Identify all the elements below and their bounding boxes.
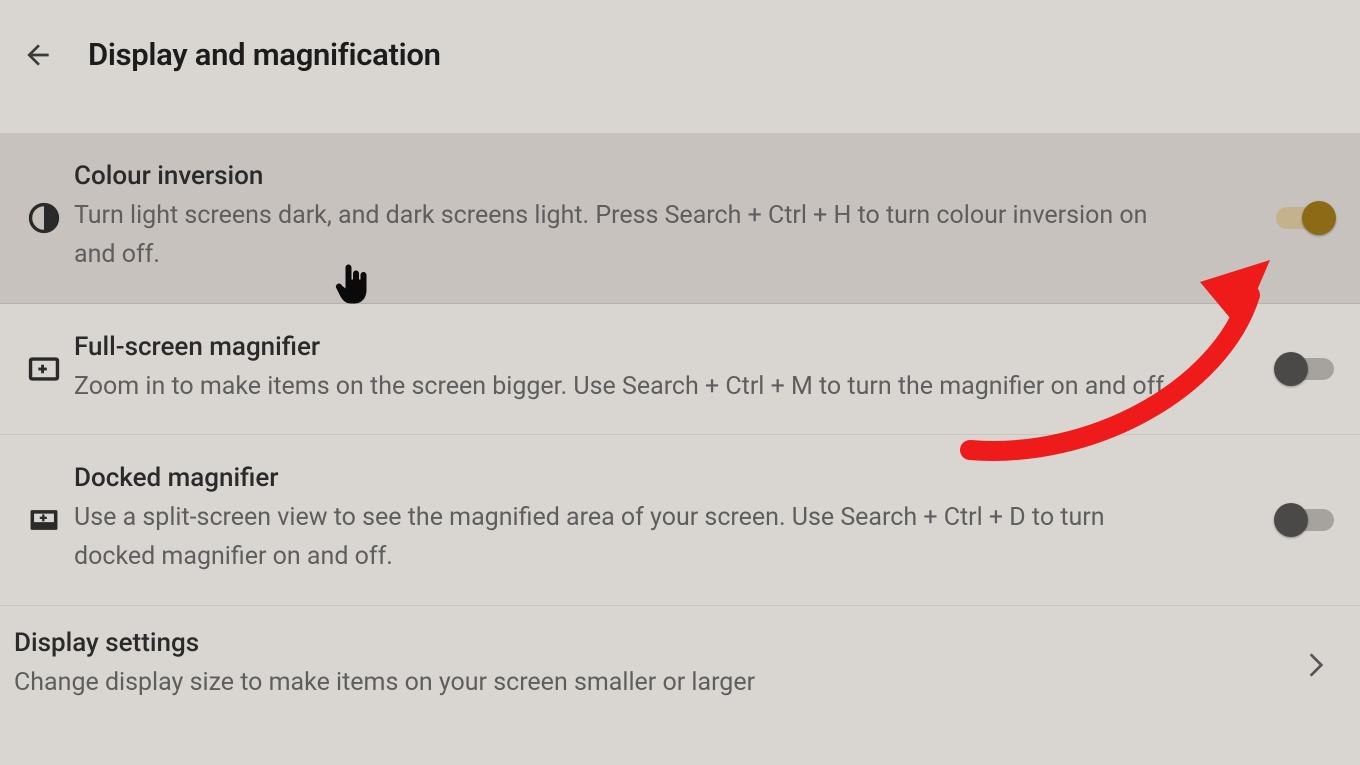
row-text: Full-screen magnifier Zoom in to make it… <box>74 332 1274 407</box>
fullscreen-magnifier-icon <box>14 352 74 386</box>
colour-inversion-toggle[interactable] <box>1274 201 1336 235</box>
row-title: Display settings <box>14 628 1296 658</box>
row-text: Display settings Change display size to … <box>14 628 1296 702</box>
row-text: Colour inversion Turn light screens dark… <box>74 161 1274 275</box>
row-colour-inversion[interactable]: Colour inversion Turn light screens dark… <box>0 133 1360 304</box>
row-desc: Zoom in to make items on the screen bigg… <box>74 368 1174 407</box>
row-title: Docked magnifier <box>74 463 1250 493</box>
row-desc: Change display size to make items on you… <box>14 664 1296 702</box>
page-title: Display and magnification <box>88 36 441 73</box>
invert-colors-icon <box>14 201 74 235</box>
row-text: Docked magnifier Use a split-screen view… <box>74 463 1274 577</box>
pointer-cursor-icon <box>335 260 371 308</box>
chevron-right-icon <box>1296 653 1336 677</box>
row-title: Colour inversion <box>74 161 1250 191</box>
fullscreen-magnifier-toggle[interactable] <box>1274 352 1336 386</box>
arrow-left-icon <box>22 39 54 71</box>
row-display-settings[interactable]: Display settings Change display size to … <box>0 606 1360 702</box>
row-desc: Use a split-screen view to see the magni… <box>74 499 1174 577</box>
back-button[interactable] <box>20 37 56 73</box>
docked-magnifier-toggle[interactable] <box>1274 503 1336 537</box>
page-header: Display and magnification <box>0 0 1360 133</box>
docked-magnifier-icon <box>14 503 74 537</box>
row-title: Full-screen magnifier <box>74 332 1250 362</box>
row-fullscreen-magnifier[interactable]: Full-screen magnifier Zoom in to make it… <box>0 304 1360 436</box>
row-desc: Turn light screens dark, and dark screen… <box>74 197 1174 275</box>
row-docked-magnifier[interactable]: Docked magnifier Use a split-screen view… <box>0 435 1360 606</box>
